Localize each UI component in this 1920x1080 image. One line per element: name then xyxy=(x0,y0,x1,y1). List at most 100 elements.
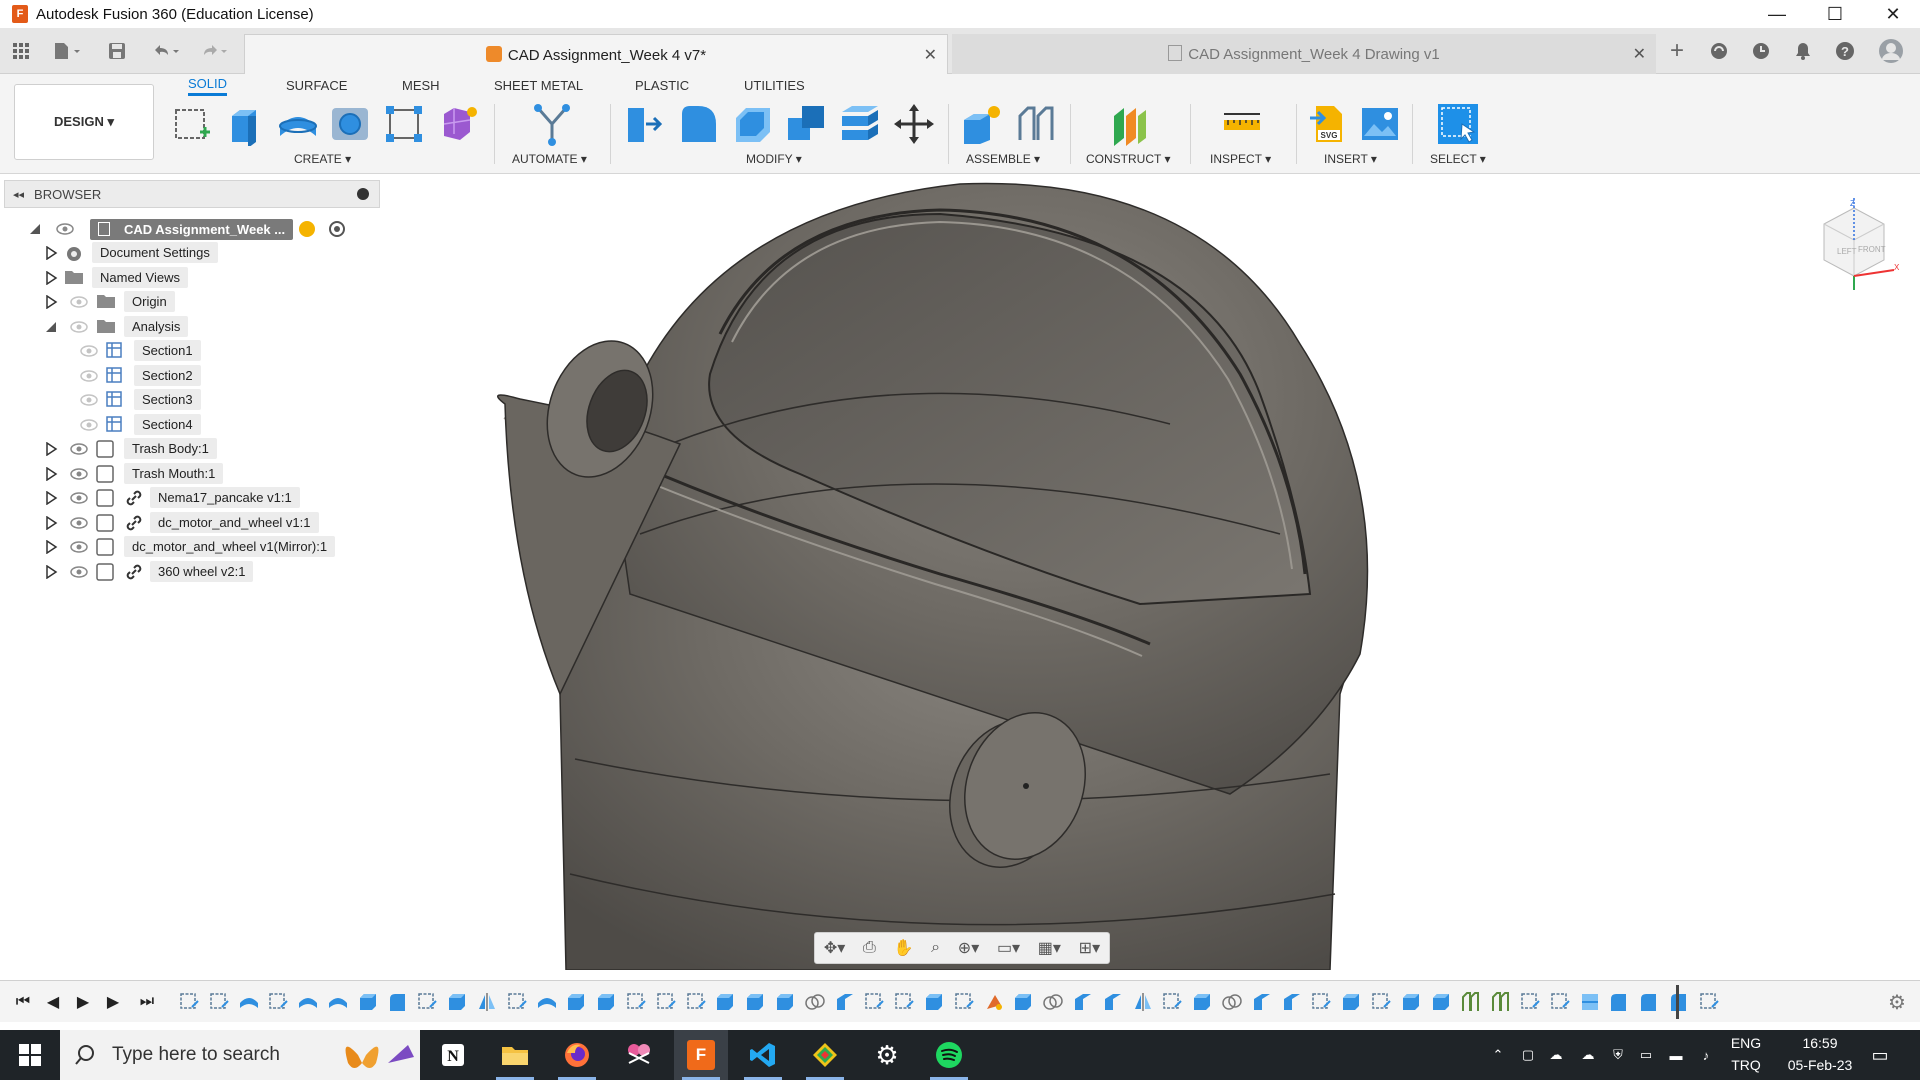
job-status-clock-icon[interactable] xyxy=(1748,38,1774,64)
expand-arrow-icon[interactable] xyxy=(44,442,58,456)
tab-mesh[interactable]: MESH xyxy=(402,74,440,96)
timeline-feature-extrude-icon[interactable] xyxy=(714,991,736,1013)
browser-tree-item[interactable]: Named Views xyxy=(4,266,380,290)
select-icon[interactable] xyxy=(1436,102,1480,146)
timeline-feature-sketch-icon[interactable] xyxy=(685,991,707,1013)
timeline-feature-section-icon[interactable] xyxy=(1579,991,1601,1013)
expand-arrow-icon[interactable] xyxy=(44,246,58,260)
timeline-feature-sketch-icon[interactable] xyxy=(1370,991,1392,1013)
minimize-button[interactable]: — xyxy=(1748,0,1806,28)
timeline-feature-sketch-icon[interactable] xyxy=(1549,991,1571,1013)
automate-group-label[interactable]: AUTOMATE ▾ xyxy=(512,152,587,166)
security-icon[interactable]: ⛨ xyxy=(1608,1046,1628,1064)
timeline-feature-joint-icon[interactable] xyxy=(1459,991,1481,1013)
timeline-feature-appearance-icon[interactable] xyxy=(983,991,1005,1013)
browser-tree-item[interactable]: Trash Mouth:1 xyxy=(4,462,380,486)
maximize-button[interactable]: ☐ xyxy=(1806,0,1864,28)
joint-icon[interactable] xyxy=(1014,102,1058,146)
expand-arrow-icon[interactable] xyxy=(44,564,58,579)
taskbar-snip-tool[interactable] xyxy=(612,1030,666,1080)
timeline-feature-mirror-icon[interactable] xyxy=(1132,991,1154,1013)
timeline-feature-sketch-icon[interactable] xyxy=(267,991,289,1013)
tab-plastic[interactable]: PLASTIC xyxy=(635,74,689,96)
taskbar-fusion-360[interactable]: F xyxy=(674,1030,728,1080)
browser-tree-item[interactable]: Section1 xyxy=(4,339,380,363)
visibility-eye-icon[interactable] xyxy=(56,223,74,235)
taskbar-vscode[interactable] xyxy=(736,1030,790,1080)
timeline-feature-sketch-icon[interactable] xyxy=(953,991,975,1013)
timeline-feature-revolve-icon[interactable] xyxy=(297,991,319,1013)
workspace-switcher-button[interactable]: DESIGN ▾ xyxy=(14,84,154,160)
expand-arrow-icon[interactable] xyxy=(44,270,58,285)
taskbar-search-box[interactable]: Type here to search xyxy=(60,1030,420,1080)
timeline-feature-sketch-icon[interactable] xyxy=(416,991,438,1013)
expand-arrow-icon[interactable] xyxy=(44,515,58,530)
orbit-icon[interactable]: ✥▾ xyxy=(824,938,845,958)
visibility-eye-icon[interactable] xyxy=(80,369,98,382)
create-form-icon[interactable] xyxy=(436,102,480,146)
display-settings-icon[interactable]: ▭▾ xyxy=(997,938,1020,958)
timeline-feature-plane-icon[interactable] xyxy=(834,991,856,1013)
browser-tree-item[interactable]: Section3 xyxy=(4,388,380,412)
modify-group-label[interactable]: MODIFY ▾ xyxy=(746,152,802,166)
viewports-icon[interactable]: ⊞▾ xyxy=(1079,938,1100,958)
insert-canvas-icon[interactable] xyxy=(1358,102,1402,146)
assemble-group-label[interactable]: ASSEMBLE ▾ xyxy=(966,152,1040,166)
battery-icon[interactable]: ▬ xyxy=(1666,1046,1686,1064)
press-pull-icon[interactable] xyxy=(622,102,666,146)
cloud-sync-icon[interactable]: ☁ xyxy=(1578,1046,1598,1064)
expand-arrow-icon[interactable] xyxy=(44,491,58,505)
timeline-feature-extrude-icon[interactable] xyxy=(744,991,766,1013)
timeline-feature-sketch-icon[interactable] xyxy=(1310,991,1332,1013)
data-panel-grid-icon[interactable] xyxy=(8,38,34,64)
step-forward-icon[interactable]: ▶ xyxy=(102,991,124,1013)
collapse-arrow-icon[interactable] xyxy=(44,320,58,334)
3d-viewport[interactable]: LEFT FRONT Z X xyxy=(380,174,1920,971)
taskbar-spotify[interactable] xyxy=(922,1030,976,1080)
step-back-icon[interactable]: ◀ xyxy=(42,991,64,1013)
timeline-feature-extrude-icon[interactable] xyxy=(357,991,379,1013)
tab-solid[interactable]: SOLID xyxy=(188,74,228,96)
create-sketch-icon[interactable] xyxy=(170,102,214,146)
go-to-start-icon[interactable]: ⏮ xyxy=(12,991,34,1013)
new-component-icon[interactable] xyxy=(960,102,1004,146)
tab-surface[interactable]: SURFACE xyxy=(286,74,347,96)
browser-tree-item[interactable]: Section2 xyxy=(4,364,380,388)
timeline-feature-extrude-icon[interactable] xyxy=(1191,991,1213,1013)
taskbar-file-explorer[interactable] xyxy=(488,1030,542,1080)
file-menu-icon[interactable] xyxy=(48,38,88,64)
browser-tree-item[interactable]: 360 wheel v2:1 xyxy=(4,560,380,584)
clock-time[interactable]: 16:59 xyxy=(1772,1035,1868,1051)
visibility-eye-icon[interactable] xyxy=(80,418,98,431)
timeline-feature-plane-icon[interactable] xyxy=(1281,991,1303,1013)
revolve-icon[interactable] xyxy=(276,102,320,146)
expand-arrow-icon[interactable] xyxy=(44,295,58,309)
timeline-feature-sketch-icon[interactable] xyxy=(1519,991,1541,1013)
extensions-icon[interactable] xyxy=(1706,38,1732,64)
model-render[interactable] xyxy=(380,174,1920,971)
timeline-feature-extrude-icon[interactable] xyxy=(565,991,587,1013)
visibility-eye-icon[interactable] xyxy=(70,467,88,480)
close-tab-button[interactable]: ✕ xyxy=(924,45,937,65)
browser-tree-item[interactable]: Section4 xyxy=(4,413,380,437)
timeline-feature-sketch-icon[interactable] xyxy=(893,991,915,1013)
volume-icon[interactable]: ♪ xyxy=(1696,1046,1716,1064)
pattern-icon[interactable] xyxy=(382,102,426,146)
timeline-feature-extrude-icon[interactable] xyxy=(1340,991,1362,1013)
taskbar-notion[interactable]: N xyxy=(426,1030,480,1080)
visibility-eye-icon[interactable] xyxy=(70,565,88,578)
timeline-feature-sketch-icon[interactable] xyxy=(863,991,885,1013)
help-icon[interactable]: ? xyxy=(1832,38,1858,64)
timeline-feature-sketch-icon[interactable] xyxy=(178,991,200,1013)
measure-icon[interactable] xyxy=(1220,102,1264,146)
inspect-group-label[interactable]: INSPECT ▾ xyxy=(1210,152,1271,166)
collapse-arrow-icon[interactable] xyxy=(28,222,42,236)
timeline-feature-revolve-icon[interactable] xyxy=(536,991,558,1013)
insert-svg-icon[interactable]: SVG xyxy=(1306,102,1350,146)
automate-icon[interactable] xyxy=(530,102,574,146)
visibility-eye-icon[interactable] xyxy=(70,492,88,504)
notifications-bell-icon[interactable] xyxy=(1790,38,1816,64)
timeline-marker[interactable] xyxy=(1676,985,1679,1019)
user-avatar[interactable] xyxy=(1878,38,1904,64)
onedrive-cloud-icon[interactable]: ☁ xyxy=(1546,1046,1566,1064)
